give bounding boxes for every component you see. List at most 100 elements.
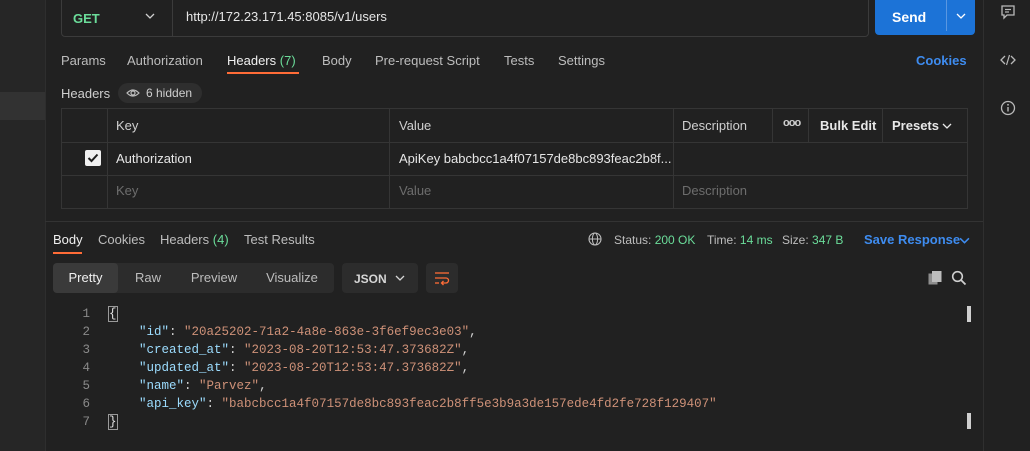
hidden-headers-toggle[interactable]: 6 hidden: [118, 83, 202, 103]
json-key: "name": [139, 379, 185, 393]
chevron-down-icon: [145, 13, 155, 19]
scrollbar-thumb[interactable]: [967, 413, 971, 429]
size-value: 347 B: [812, 233, 844, 247]
view-raw[interactable]: Raw: [118, 263, 178, 293]
line-number: 1: [82, 307, 90, 321]
column-divider: [389, 109, 390, 208]
json-value: "babcbcc1a4f07157de8bc893feac2b8ff5e3b9a…: [221, 397, 717, 411]
code-line: }: [108, 414, 118, 430]
check-icon: [87, 153, 99, 163]
column-key: Key: [116, 118, 139, 133]
column-divider: [882, 109, 883, 142]
scrollbar-thumb[interactable]: [967, 306, 971, 322]
cookies-link[interactable]: Cookies: [916, 53, 967, 68]
send-options-chevron-icon[interactable]: [955, 10, 967, 22]
time-value: 14 ms: [739, 233, 773, 247]
view-preview[interactable]: Preview: [178, 263, 250, 293]
line-number: 2: [82, 325, 90, 339]
format-dropdown[interactable]: JSON: [342, 263, 418, 293]
table-row-new: Key Value Description: [62, 175, 967, 208]
size-readout[interactable]: Size: 347 B: [782, 233, 843, 247]
time-readout[interactable]: Time: 14 ms: [707, 233, 773, 247]
header-key-cell[interactable]: Authorization: [116, 151, 192, 166]
method-label: GET: [73, 11, 100, 26]
left-sidebar: [0, 0, 46, 451]
format-label: JSON: [354, 272, 387, 286]
globe-icon[interactable]: [588, 232, 602, 246]
time-label: Time:: [707, 233, 737, 247]
json-value: "2023-08-20T12:53:47.373682Z": [244, 361, 462, 375]
chevron-down-icon: [942, 123, 952, 129]
presets-dropdown[interactable]: Presets: [892, 118, 939, 133]
tab-headers[interactable]: Headers (7): [227, 53, 296, 68]
open-brace: {: [108, 306, 118, 322]
header-enabled-checkbox[interactable]: [85, 150, 101, 166]
table-header-row: Key Value Description ooo Bulk Edit Pres…: [62, 109, 967, 143]
status-readout[interactable]: Status: 200 OK: [614, 233, 695, 247]
save-response-label: Save Response: [864, 232, 961, 247]
search-icon[interactable]: [951, 270, 967, 286]
tab-response-body[interactable]: Body: [53, 232, 83, 247]
tab-tests[interactable]: Tests: [504, 53, 534, 68]
bulk-edit-button[interactable]: Bulk Edit: [820, 118, 876, 133]
response-body-viewer[interactable]: 1 { 2 "id": "20a25202-71a2-4a8e-863e-3f6…: [60, 305, 965, 435]
view-visualize[interactable]: Visualize: [250, 263, 334, 293]
wrap-lines-icon: [435, 272, 450, 286]
line-number: 5: [82, 379, 90, 393]
size-label: Size:: [782, 233, 809, 247]
method-select[interactable]: GET: [62, 0, 173, 36]
tab-pre-request-script[interactable]: Pre-request Script: [375, 53, 480, 68]
status-value: 200 OK: [654, 233, 696, 247]
url-input[interactable]: http://172.23.171.45:8085/v1/users: [186, 9, 387, 24]
copy-icon[interactable]: [927, 270, 943, 286]
column-value: Value: [399, 118, 432, 133]
tab-response-headers[interactable]: Headers (4): [160, 232, 229, 247]
json-value: "2023-08-20T12:53:47.373682Z": [244, 343, 462, 357]
view-pretty[interactable]: Pretty: [53, 263, 118, 293]
line-number: 3: [82, 343, 90, 357]
headers-section-title: Headers: [61, 86, 111, 101]
sidebar-selected-item[interactable]: [0, 92, 45, 120]
info-icon[interactable]: [1000, 100, 1016, 116]
chevron-down-icon[interactable]: [959, 235, 970, 246]
send-button[interactable]: Send: [875, 0, 975, 35]
chevron-down-icon: [395, 275, 405, 281]
tab-settings[interactable]: Settings: [558, 53, 605, 68]
tab-test-results[interactable]: Test Results: [244, 232, 315, 247]
column-divider: [772, 109, 773, 142]
code-line: "updated_at": "2023-08-20T12:53:47.37368…: [139, 361, 470, 375]
tab-response-headers-count: (4): [212, 232, 229, 247]
comments-icon[interactable]: [1000, 4, 1016, 20]
table-row: Authorization ApiKey babcbcc1a4f07157de8…: [62, 142, 967, 176]
eye-icon: [126, 89, 140, 97]
status-label: Status:: [614, 233, 652, 247]
column-divider: [107, 109, 108, 208]
active-tab-indicator: [53, 252, 82, 254]
code-line: "created_at": "2023-08-20T12:53:47.37368…: [139, 343, 470, 357]
code-snippet-icon[interactable]: [1000, 52, 1016, 68]
header-value-cell[interactable]: ApiKey babcbcc1a4f07157de8bc893feac2b8f.…: [399, 151, 672, 166]
new-description-input[interactable]: Description: [682, 183, 747, 198]
wrap-lines-button[interactable]: [426, 263, 458, 293]
save-response-button[interactable]: Save Response: [864, 232, 960, 247]
tab-response-headers-label: Headers: [160, 232, 210, 247]
view-mode-selector: Pretty Raw Preview Visualize: [53, 263, 334, 293]
tab-authorization[interactable]: Authorization: [127, 53, 203, 68]
tab-headers-count: (7): [279, 53, 296, 68]
send-label: Send: [892, 9, 927, 25]
json-key: "api_key": [139, 397, 207, 411]
tab-response-cookies[interactable]: Cookies: [98, 232, 145, 247]
code-line: "api_key": "babcbcc1a4f07157de8bc893feac…: [139, 397, 717, 411]
tab-body[interactable]: Body: [322, 53, 352, 68]
json-key: "updated_at": [139, 361, 230, 375]
right-context-bar: [983, 0, 1030, 451]
new-value-input[interactable]: Value: [399, 183, 431, 198]
column-description: Description: [682, 118, 748, 133]
pane-divider[interactable]: [45, 221, 983, 222]
more-options-icon[interactable]: ooo: [783, 117, 801, 129]
new-key-input[interactable]: Key: [116, 183, 138, 198]
tab-params[interactable]: Params: [61, 53, 106, 68]
tab-headers-label: Headers: [227, 53, 277, 68]
line-number: 6: [82, 397, 90, 411]
hidden-headers-label: 6 hidden: [146, 86, 193, 100]
